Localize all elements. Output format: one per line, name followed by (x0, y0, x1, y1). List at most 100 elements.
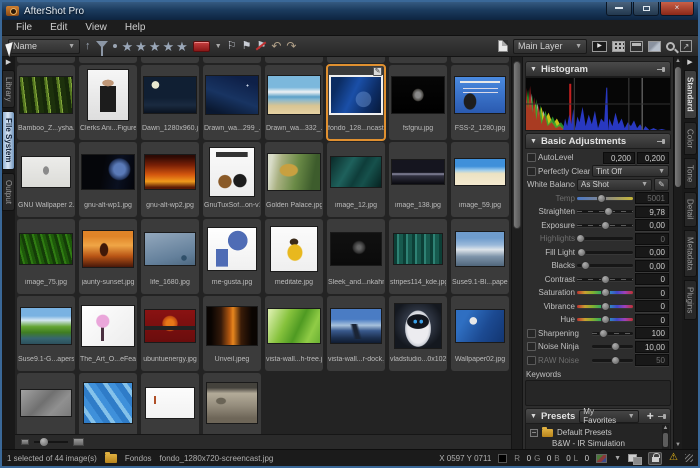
thumbnail-cell[interactable]: Clerks Ani...Figure.jpg (79, 65, 137, 140)
basic-adjustments-header[interactable]: ▼ Basic Adjustments (525, 133, 671, 149)
thumbnail-cell[interactable]: FSS-2_1280.jpg (451, 65, 509, 140)
clear-rating-icon[interactable] (113, 44, 117, 48)
thumbnail-size-slider-thumb[interactable] (40, 438, 48, 446)
keywords-input[interactable] (525, 380, 671, 406)
thumbnail-image[interactable] (210, 148, 254, 196)
preset-folder-row[interactable]: − Default Presets (530, 427, 668, 438)
blacks-slider[interactable] (577, 264, 633, 267)
fill-light-slider[interactable] (577, 251, 633, 254)
white-balance-dropper-button[interactable]: ✎ (654, 178, 669, 191)
autolevel-high-value[interactable]: 0,200 (637, 152, 669, 164)
add-preset-button[interactable]: + (647, 410, 654, 422)
thumbnail-cell[interactable]: jaunty-sunset.jpg (79, 219, 137, 294)
tab-file-system[interactable]: File System (2, 111, 15, 169)
thumbnail-image[interactable] (455, 77, 505, 113)
sharpening-value[interactable]: 100 (635, 327, 669, 339)
flag-reject-icon[interactable]: ⚑ (256, 39, 266, 54)
collapse-arrow-icon[interactable]: ▼ (530, 138, 537, 145)
slider-thumb[interactable] (604, 207, 613, 216)
thumbnail-image[interactable] (20, 77, 72, 113)
slider-thumb[interactable] (601, 275, 610, 284)
thumbnail-image[interactable] (207, 383, 257, 423)
thumbnail-cell[interactable]: fondo_128...ncast.jpg ✎ (327, 65, 385, 140)
thumbnail-cell[interactable]: Sleek_and...nkahn.jpg (327, 219, 385, 294)
thumbnail-cell[interactable]: gnu-alt-wp1.jpg (79, 142, 137, 217)
fill-light-value[interactable]: 0,00 (635, 246, 669, 258)
filter-icon[interactable] (96, 41, 108, 48)
slider-thumb[interactable] (611, 356, 620, 365)
autolevel-checkbox[interactable] (527, 153, 536, 162)
presets-filter-select[interactable]: My Favorites ▼ (579, 410, 638, 423)
thumbnail-image[interactable] (145, 233, 195, 265)
straighten-value[interactable]: 9,78 (635, 206, 669, 218)
thumbnail-cell[interactable]: Suse9.1-G...apers.jpg (17, 296, 75, 371)
contrast-value[interactable]: 0 (635, 273, 669, 285)
thumbnail-cell[interactable]: vista-wall...h-tree.jpg (265, 296, 323, 371)
temp-value[interactable]: 5001 (635, 192, 669, 204)
thumbnail-cell[interactable]: gnu-alt-wp2.jpg (141, 142, 199, 217)
temp-slider[interactable] (577, 197, 633, 200)
collapse-left-panel-icon[interactable]: ▶ (6, 59, 11, 67)
star-icon[interactable]: ★ (135, 39, 147, 54)
noise-ninja-value[interactable]: 10,00 (635, 341, 669, 353)
thumbnail-image[interactable] (21, 308, 71, 344)
thumbnail-cell[interactable]: vladstudio...0x1024.jpg (389, 296, 447, 371)
raw-noise-slider[interactable] (592, 359, 633, 362)
thumbnail-cell[interactable]: stripes114_kde.jpg (389, 219, 447, 294)
minimize-button[interactable] (606, 2, 632, 16)
thumbnail-cell[interactable]: ubuntuenergy.jpg (141, 296, 199, 371)
rotate-right-icon[interactable]: ↷ (286, 39, 296, 54)
highlights-value[interactable]: 0 (635, 233, 669, 245)
thumbnail-image[interactable] (145, 155, 195, 189)
thumbnail-cell[interactable]: Drawn_wa...332_.jpg (265, 65, 323, 140)
thumbnail-image[interactable] (268, 309, 320, 343)
vibrance-slider[interactable] (577, 305, 633, 308)
menu-file[interactable]: File (8, 22, 40, 33)
resize-grip[interactable] (685, 454, 693, 462)
title-bar[interactable]: AfterShot Pro × (2, 2, 698, 20)
menu-view[interactable]: View (77, 22, 115, 33)
thumbnail-image[interactable] (331, 309, 381, 343)
thumbnail-cell[interactable] (141, 373, 199, 434)
thumbnail-cell[interactable]: fsfgnu.jpg (389, 65, 447, 140)
thumbnail-cell[interactable] (17, 373, 75, 434)
thumbnail-image[interactable] (331, 157, 381, 187)
slider-thumb[interactable] (601, 288, 610, 297)
sort-field-select[interactable]: Name ▼ (8, 39, 80, 54)
star-icon[interactable]: ★ (176, 39, 188, 54)
thumbnail-cell[interactable]: GnuTuxSof...on-v1.jpg (203, 142, 261, 217)
slider-thumb[interactable] (611, 342, 620, 351)
menu-edit[interactable]: Edit (42, 22, 75, 33)
small-thumbnail-icon[interactable] (21, 439, 29, 445)
thumbnail-image[interactable] (207, 307, 257, 345)
exposure-value[interactable]: 0,00 (635, 219, 669, 231)
thumbnail-cell[interactable] (203, 373, 261, 434)
presets-header[interactable]: ▼ Presets My Favorites ▼ + (525, 408, 671, 424)
thumbnail-cell[interactable]: Bamboo_Z...ysha.jpg (17, 65, 75, 140)
thumbnail-image[interactable] (268, 154, 320, 190)
presets-scrollbar[interactable]: ▲ (662, 425, 669, 449)
star-icon[interactable]: ★ (149, 39, 161, 54)
star-rating[interactable]: ★★★★★ (122, 39, 188, 54)
thumbnail-cell[interactable]: life_1680.jpg (141, 219, 199, 294)
thumbnail-image[interactable] (268, 76, 320, 114)
sharpening-checkbox[interactable] (527, 329, 536, 338)
copy-settings-icon[interactable] (498, 40, 508, 52)
chevron-down-icon[interactable]: ▼ (215, 43, 222, 50)
thumbnail-image[interactable] (456, 232, 504, 266)
tab-color[interactable]: Color (684, 122, 697, 155)
slider-thumb[interactable] (597, 194, 606, 203)
scroll-up-icon[interactable]: ▲ (674, 57, 682, 65)
thumbnail-cell[interactable]: Wallpaper02.jpg (451, 296, 509, 371)
tab-output[interactable]: Output (2, 173, 15, 211)
fullscreen-icon[interactable]: ↗ (680, 40, 692, 52)
view-preview-icon[interactable] (648, 41, 661, 52)
menu-help[interactable]: Help (117, 22, 154, 33)
highlights-slider[interactable] (577, 237, 633, 240)
saturation-slider[interactable] (577, 291, 633, 294)
straighten-slider[interactable] (577, 210, 633, 213)
hue-slider[interactable] (577, 318, 633, 321)
white-balance-select[interactable]: As Shot▼ (577, 179, 652, 191)
slider-thumb[interactable] (577, 248, 586, 257)
grid-scrollbar[interactable] (511, 57, 523, 449)
